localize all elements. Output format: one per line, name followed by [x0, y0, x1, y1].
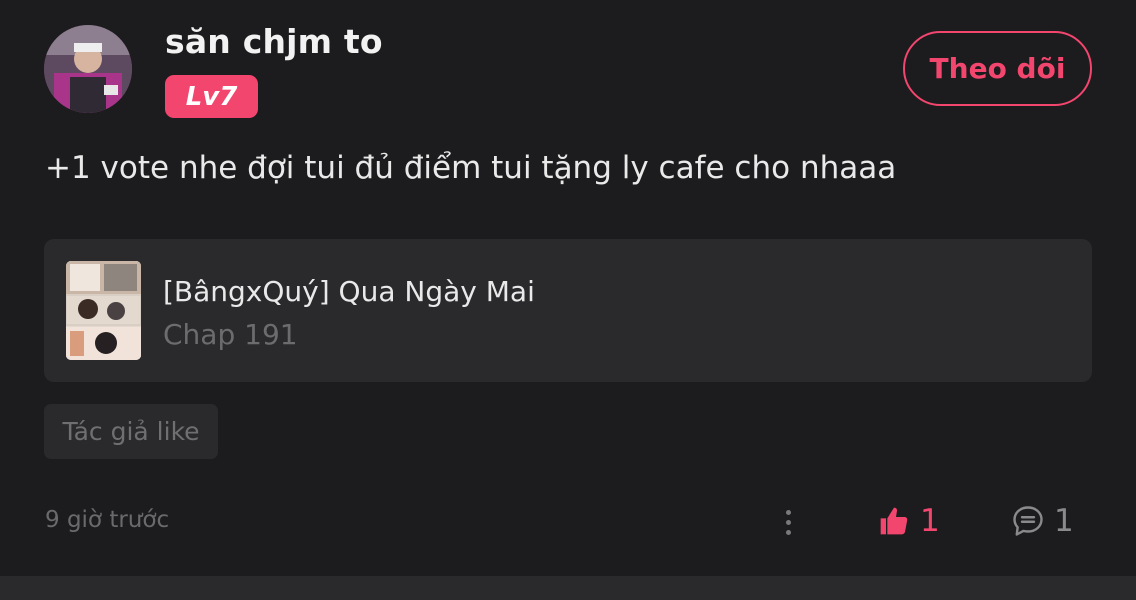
timestamp: 9 giờ trước — [45, 507, 170, 533]
chapter-card[interactable]: [BângxQuý] Qua Ngày Mai Chap 191 — [44, 239, 1092, 382]
user-avatar[interactable] — [44, 25, 132, 113]
level-badge: Lv7 — [165, 75, 258, 118]
vertical-dots-icon-dot — [785, 529, 791, 535]
reply-button[interactable]: 1 — [1010, 500, 1074, 542]
like-button[interactable]: 1 — [878, 500, 940, 542]
follow-button[interactable]: Theo dõi — [903, 31, 1092, 106]
chapter-thumbnail — [66, 261, 141, 360]
username[interactable]: săn chjm to — [165, 22, 383, 61]
avatar-image — [44, 25, 132, 113]
speech-bubble-icon — [1013, 506, 1043, 536]
vertical-dots-icon — [785, 509, 791, 515]
like-count: 1 — [920, 503, 940, 539]
comment-card: săn chjm to Lv7 Theo dõi +1 vote nhe đợi… — [0, 0, 1136, 576]
more-options-button[interactable] — [776, 502, 800, 542]
reply-count: 1 — [1054, 503, 1074, 539]
comment-text: +1 vote nhe đợi tui đủ điểm tui tặng ly … — [45, 150, 897, 186]
chapter-title: [BângxQuý] Qua Ngày Mai — [163, 275, 535, 308]
chapter-number: Chap 191 — [163, 318, 298, 351]
chapter-cover-image — [66, 261, 141, 360]
vertical-dots-icon-dot — [785, 519, 791, 525]
section-divider — [0, 576, 1136, 600]
author-like-tag: Tác giả like — [44, 404, 218, 459]
thumbs-up-icon — [880, 507, 908, 535]
